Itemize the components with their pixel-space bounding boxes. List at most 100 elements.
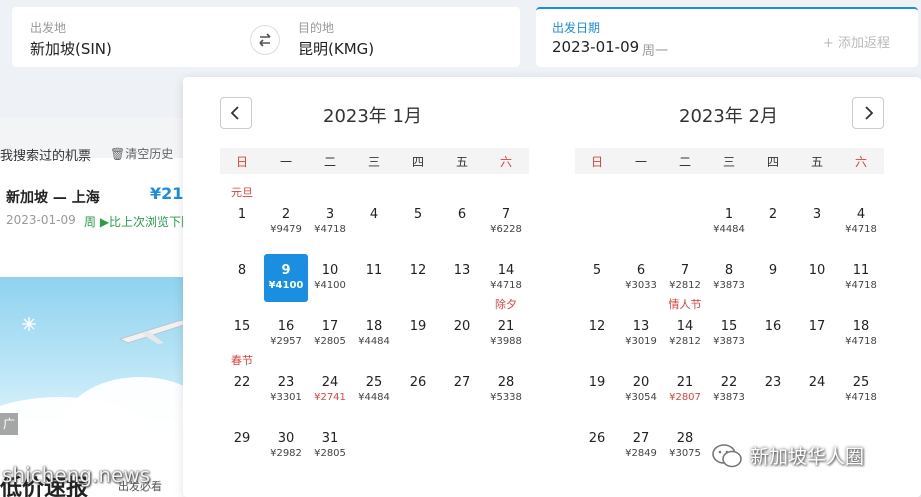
swap-cities-button[interactable] (250, 25, 280, 55)
calendar-day[interactable]: 13 ¥3019 (619, 310, 663, 358)
calendar-day[interactable]: 10 (795, 254, 839, 302)
calendar-day[interactable]: 除夕 21 ¥3988 (484, 298, 528, 358)
clear-history-label: 清空历史 (125, 147, 174, 161)
calendar-day[interactable]: 情人节 14 ¥2812 (663, 298, 707, 358)
day-number: 4 (369, 207, 379, 222)
day-price: ¥4100 (314, 280, 346, 291)
calendar-day[interactable]: 7 ¥6228 (484, 198, 528, 246)
calendar-day[interactable]: 21 ¥2807 (663, 366, 707, 414)
calendar-day[interactable]: 3 ¥4718 (308, 198, 352, 246)
day-number: 19 (409, 319, 427, 334)
day-price: ¥5338 (490, 392, 522, 403)
day-price: ¥3033 (625, 280, 657, 291)
next-month-button[interactable] (852, 97, 884, 129)
calendar-day[interactable]: 18 ¥4718 (839, 310, 883, 358)
calendar-day[interactable]: 12 (396, 254, 440, 302)
calendar-day[interactable]: 26 (575, 422, 619, 470)
clear-history-button[interactable]: 🗑清空历史 (110, 145, 173, 162)
recent-route[interactable]: 新加坡 — 上海 (6, 187, 100, 207)
day-price: ¥3054 (625, 392, 657, 403)
calendar-day[interactable]: 3 (795, 198, 839, 246)
day-price: ¥4484 (358, 392, 390, 403)
calendar-day[interactable]: 8 (220, 254, 264, 302)
calendar-day[interactable]: 23 (751, 366, 795, 414)
calendar-day[interactable]: 11 (352, 254, 396, 302)
day-price: ¥3873 (713, 336, 745, 347)
calendar-day[interactable]: 20 (440, 310, 484, 358)
calendar-day[interactable]: 30 ¥2982 (264, 422, 308, 470)
calendar-day[interactable]: 12 (575, 310, 619, 358)
calendar-day[interactable]: 19 (575, 366, 619, 414)
calendar-day[interactable]: 18 ¥4484 (352, 310, 396, 358)
day-number: 3 (325, 207, 335, 222)
add-return-button[interactable]: + 添加返程 (823, 32, 890, 51)
calendar-day[interactable]: 25 ¥4718 (839, 366, 883, 414)
calendar-day[interactable]: 2 (751, 198, 795, 246)
calendar-day[interactable]: 16 (751, 310, 795, 358)
calendar-day[interactable]: 29 (220, 422, 264, 470)
departure-label: 出发地 (30, 21, 67, 35)
calendar-day[interactable]: 7 ¥2812 (663, 254, 707, 302)
day-price: ¥4100 (268, 280, 304, 291)
calendar-day[interactable]: 27 (440, 366, 484, 414)
calendar-day[interactable]: 17 ¥2805 (308, 310, 352, 358)
calendar-day[interactable]: 6 (440, 198, 484, 246)
calendar-day[interactable]: 2 ¥9479 (264, 198, 308, 246)
calendar-day[interactable]: 春节 22 (220, 354, 264, 414)
calendar-day[interactable]: 24 (795, 366, 839, 414)
calendar-day[interactable]: 16 ¥2957 (264, 310, 308, 358)
day-number: 22 (720, 375, 738, 390)
watermark-left: shicheng.news (2, 463, 151, 487)
calendar-day[interactable]: 4 (352, 198, 396, 246)
calendar-day[interactable]: 28 ¥5338 (484, 366, 528, 414)
calendar-day[interactable]: 5 (396, 198, 440, 246)
calendar-day[interactable]: 22 ¥3873 (707, 366, 751, 414)
calendar-day[interactable]: 25 ¥4484 (352, 366, 396, 414)
recent-search-title: 我搜索过的机票 (0, 149, 92, 164)
chevron-right-icon (865, 106, 874, 120)
calendar-day[interactable]: 24 ¥2741 (308, 366, 352, 414)
calendar-day[interactable]: 15 (220, 310, 264, 358)
holiday-label: 春节 (231, 354, 253, 367)
calendar-day-selected[interactable]: 9 ¥4100 (264, 254, 308, 302)
day-number: 4 (856, 207, 866, 222)
calendar-day[interactable]: 5 (575, 254, 619, 302)
calendar-day[interactable]: 15 ¥3873 (707, 310, 751, 358)
departure-field[interactable]: 出发地 新加坡(SIN) (12, 7, 266, 67)
calendar-day[interactable]: 9 (751, 254, 795, 302)
calendar-day[interactable]: 26 (396, 366, 440, 414)
calendar-day[interactable]: 19 (396, 310, 440, 358)
calendar-day[interactable]: 4 ¥4718 (839, 198, 883, 246)
calendar-day[interactable]: 20 ¥3054 (619, 366, 663, 414)
day-number: 15 (720, 319, 738, 334)
calendar-day[interactable]: 13 (440, 254, 484, 302)
calendar-day[interactable]: 11 ¥4718 (839, 254, 883, 302)
calendar-day[interactable]: 28 ¥3075 (663, 422, 707, 470)
day-number: 7 (501, 207, 511, 222)
chevron-left-icon (230, 106, 239, 120)
day-number: 20 (453, 319, 471, 334)
destination-field[interactable]: 目的地 昆明(KMG) (266, 7, 520, 67)
day-number: 13 (453, 263, 471, 278)
calendar-day[interactable]: 17 (795, 310, 839, 358)
weekday-label: 六 (854, 155, 867, 169)
calendar-day[interactable]: 10 ¥4100 (308, 254, 352, 302)
trash-icon: 🗑 (110, 147, 126, 161)
calendar-day[interactable]: 27 ¥2849 (619, 422, 663, 470)
calendar-day[interactable]: 8 ¥3873 (707, 254, 751, 302)
calendar-day[interactable]: 23 ¥3301 (264, 366, 308, 414)
day-number: 1 (724, 207, 734, 222)
recent-route-price: ¥21 (150, 184, 184, 203)
calendar-day[interactable]: 14 ¥4718 (484, 254, 528, 302)
calendar-day[interactable]: 31 ¥2805 (308, 422, 352, 470)
day-number: 9 (768, 263, 778, 278)
day-number: 13 (632, 319, 650, 334)
weekday-label: 三 (367, 155, 380, 169)
calendar-day[interactable]: 6 ¥3033 (619, 254, 663, 302)
prev-month-button[interactable] (220, 97, 252, 129)
day-number: 26 (588, 431, 606, 446)
calendar-day[interactable]: 元旦 1 (220, 186, 264, 246)
calendar-day[interactable]: 1 ¥4484 (707, 198, 751, 246)
departure-date-field[interactable]: 出发日期 2023-01-09 周一 + 添加返程 (536, 7, 918, 67)
holiday-label: 元旦 (231, 186, 253, 199)
